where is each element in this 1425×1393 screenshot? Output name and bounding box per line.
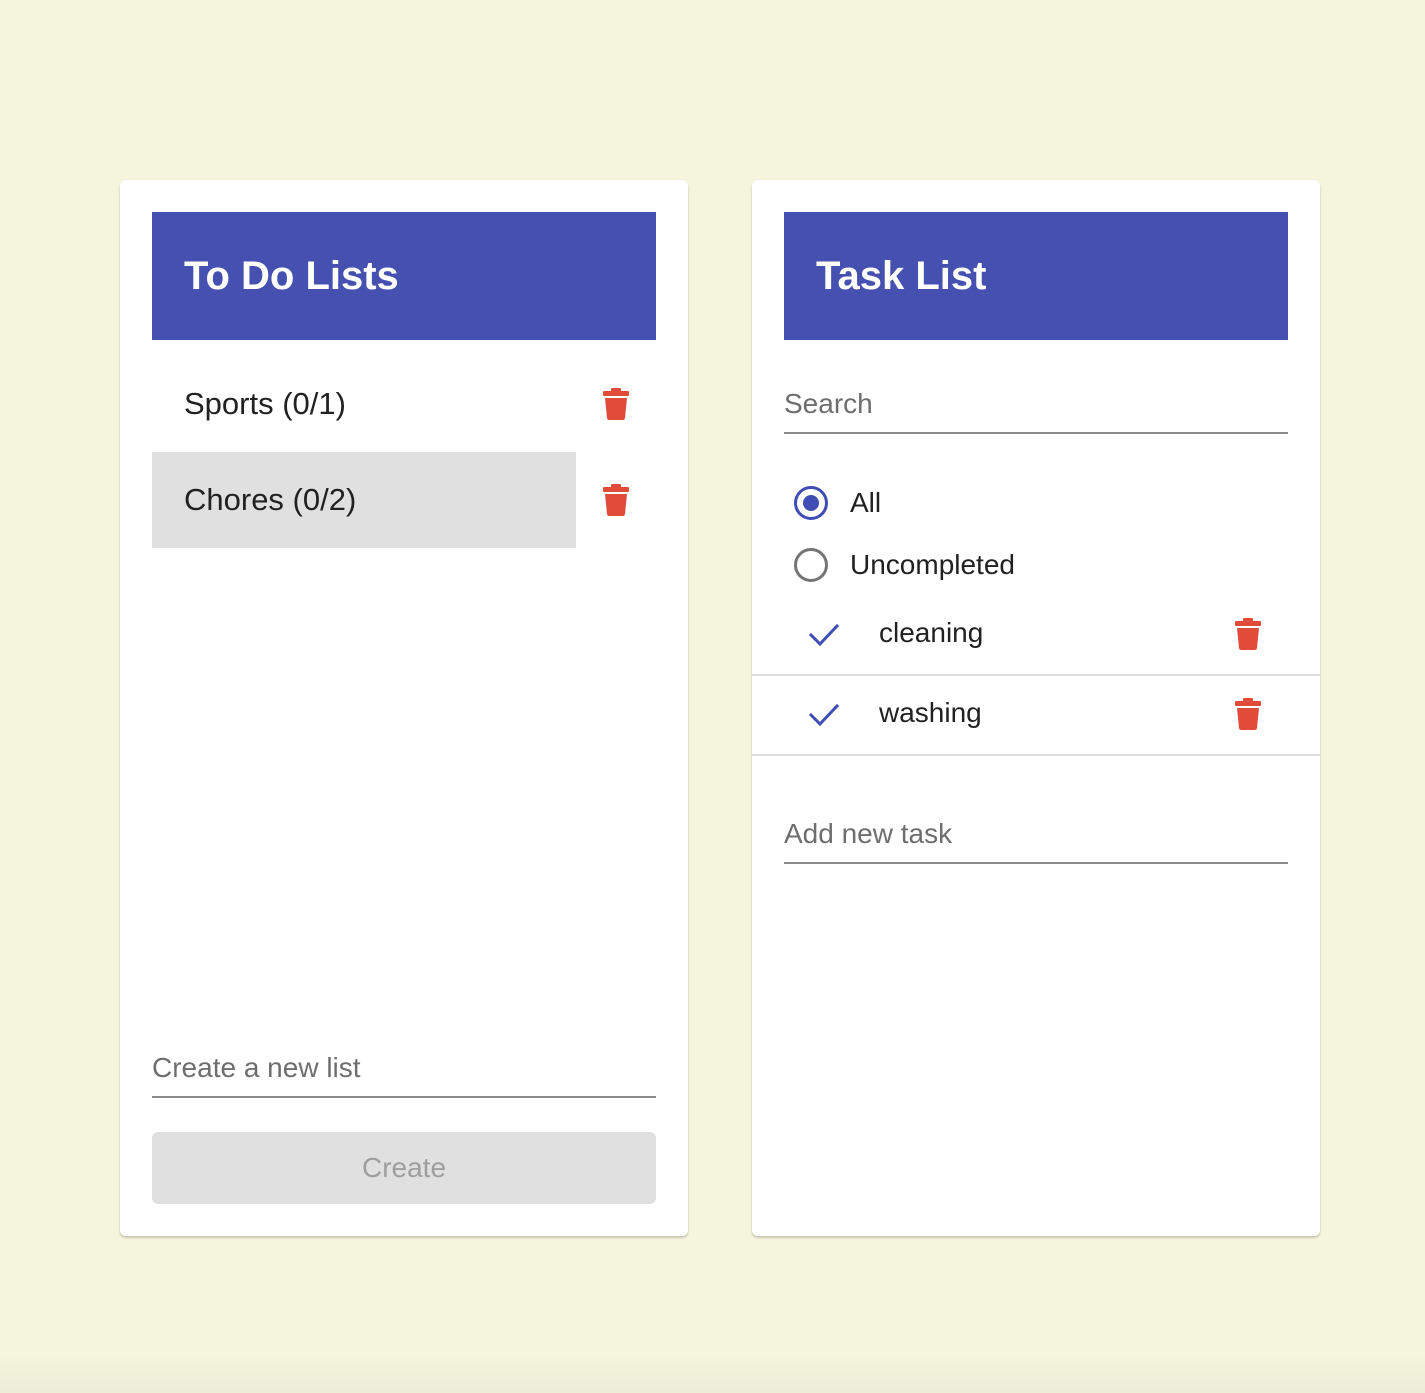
page-bottom-shade <box>0 1353 1425 1393</box>
task-label: cleaning <box>879 617 984 648</box>
list-item-chores-button[interactable]: Chores (0/2) <box>152 452 576 548</box>
check-icon[interactable] <box>808 698 840 730</box>
list-item-sports: Sports (0/1) <box>152 356 656 452</box>
task-list-card: Task List All Uncompleted cleaning washi… <box>752 180 1320 1236</box>
trash-icon[interactable] <box>1235 618 1261 650</box>
create-button[interactable]: Create <box>152 1132 656 1204</box>
new-list-field <box>152 1044 656 1098</box>
task-list-header: Task List <box>784 212 1288 340</box>
task-row-washing: washing <box>752 674 1320 756</box>
task-row-cleaning: cleaning <box>752 594 1320 676</box>
task-list-title: Task List <box>816 254 987 298</box>
list-item-sports-button[interactable]: Sports (0/1) <box>152 356 576 452</box>
trash-icon[interactable] <box>603 484 629 516</box>
radio-unchecked-icon <box>794 548 828 582</box>
task-label: washing <box>879 697 982 728</box>
todo-lists-card: To Do Lists Sports (0/1) Chores (0/2) Cr… <box>120 180 688 1236</box>
search-field <box>784 380 1288 434</box>
new-task-input[interactable] <box>784 810 1288 858</box>
todo-lists-header: To Do Lists <box>152 212 656 340</box>
trash-icon[interactable] <box>603 388 629 420</box>
list-item-label: Chores (0/2) <box>184 482 357 517</box>
radio-checked-icon <box>794 486 828 520</box>
filter-all-label: All <box>850 487 882 518</box>
check-icon[interactable] <box>808 618 840 650</box>
trash-icon[interactable] <box>1235 698 1261 730</box>
list-item-chores: Chores (0/2) <box>152 452 656 548</box>
search-input[interactable] <box>784 380 1288 428</box>
new-task-field <box>784 810 1288 864</box>
new-list-input[interactable] <box>152 1044 656 1092</box>
list-item-label: Sports (0/1) <box>184 386 346 421</box>
filter-uncompleted-label: Uncompleted <box>850 549 1015 580</box>
todo-lists-title: To Do Lists <box>184 254 399 298</box>
